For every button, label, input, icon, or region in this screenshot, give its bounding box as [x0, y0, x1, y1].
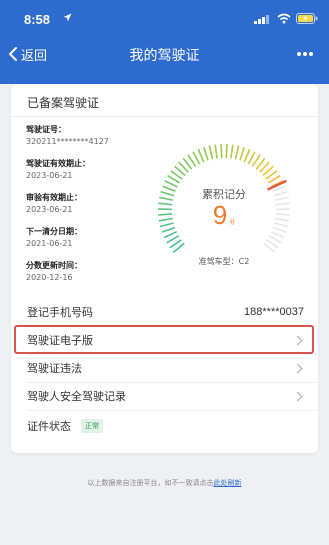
gauge-tick	[268, 235, 282, 244]
vehicle-class: 准驾车型：C2	[198, 257, 250, 266]
phone-label: 登记手机号码	[27, 306, 93, 319]
gauge-tick	[203, 146, 209, 161]
info-license-expiry: 驾驶证有效期止： 2023-06-21	[26, 158, 141, 192]
divider	[27, 410, 318, 411]
wifi-icon	[277, 13, 291, 24]
info-value: 320211********4127	[26, 137, 109, 146]
safe-record-label: 驾驶人安全驾驶记录	[27, 390, 126, 403]
score-unit: 分	[229, 220, 236, 226]
chevron-right-icon	[292, 391, 303, 401]
gauge-tick	[214, 144, 218, 159]
divider	[11, 116, 318, 117]
info-license-number: 驾驶证号： 320211********4127	[26, 124, 141, 158]
page-title: 我的驾驶证	[129, 48, 200, 64]
info-value: 2023-06-21	[26, 205, 73, 214]
info-label: 审验有效期止：	[26, 193, 82, 202]
info-review-expiry: 审验有效期止： 2023-06-21	[26, 192, 141, 226]
info-value: 2020-12-16	[26, 273, 73, 282]
status-bar: 8:58	[0, 0, 329, 34]
gauge-tick	[192, 151, 201, 165]
license-card: 已备案驾驶证 驾驶证号： 320211********4127 驾驶证有效期止：…	[11, 84, 318, 453]
info-label: 驾驶证号：	[26, 125, 66, 134]
license-info-list: 驾驶证号： 320211********4127 驾驶证有效期止： 2023-0…	[26, 124, 141, 294]
status-time: 8:58	[24, 12, 51, 27]
info-value: 2023-06-21	[26, 171, 73, 180]
gauge-tick	[225, 144, 228, 159]
info-score-update-time: 分数更新时间： 2020-12-16	[26, 260, 141, 294]
footer-note: 以上数据来自注册平台，如不一致请点击此处刷新	[0, 478, 329, 488]
highlight-box	[14, 325, 314, 354]
chevron-right-icon	[292, 363, 303, 373]
phone-row[interactable]: 登记手机号码 188****0037	[11, 298, 318, 326]
card-title: 已备案驾驶证	[27, 96, 100, 110]
gauge-tick	[234, 145, 240, 160]
header: 8:58 返回 我的驾驶证	[0, 0, 329, 84]
status-row: 证件状态 正常	[11, 412, 318, 440]
violations-label: 驾驶证违法	[27, 362, 82, 375]
gauge-tick	[208, 145, 214, 160]
score-gauge: 累积记分 9分 准驾车型：C2	[139, 138, 309, 274]
phone-value: 188****0037	[244, 306, 304, 318]
more-dots-icon	[297, 52, 301, 56]
info-label: 下一清分日期：	[26, 227, 82, 236]
battery-charging-icon	[296, 13, 318, 24]
gauge-score: 9分	[139, 200, 309, 231]
app-frame: 8:58 返回 我的驾驶证 已备案驾驶证 驾驶证号： 320211*******…	[0, 0, 329, 545]
cellular-signal-icon	[254, 15, 269, 24]
refresh-link[interactable]: 此处刷新	[214, 479, 242, 487]
gauge-tick	[247, 151, 256, 165]
gauge-tick	[220, 144, 223, 159]
gauge-tick	[163, 230, 178, 239]
status-label: 证件状态	[27, 420, 71, 433]
gauge-tick	[243, 148, 251, 163]
violations-row[interactable]: 驾驶证违法	[11, 354, 318, 382]
score-number: 9	[212, 200, 228, 230]
info-value: 2021-06-21	[26, 239, 73, 248]
safe-record-row[interactable]: 驾驶人安全驾驶记录	[11, 382, 318, 410]
footer-text: 以上数据来自注册平台，如不一致请点击	[87, 479, 214, 487]
info-label: 驾驶证有效期止：	[26, 159, 90, 168]
more-dot	[303, 52, 307, 56]
gauge-tick	[270, 230, 285, 239]
more-dot	[309, 52, 313, 56]
nav-bar: 返回 我的驾驶证	[0, 34, 329, 74]
gauge-tick	[166, 235, 180, 244]
more-options-button[interactable]	[295, 44, 315, 64]
status-badge: 正常	[81, 419, 103, 433]
info-label: 分数更新时间：	[26, 261, 82, 270]
gauge-tick	[197, 148, 205, 163]
gauge-tick	[230, 144, 234, 159]
info-next-clear-date: 下一清分日期： 2021-06-21	[26, 226, 141, 260]
location-arrow-icon	[63, 13, 72, 22]
gauge-tick	[239, 146, 245, 161]
